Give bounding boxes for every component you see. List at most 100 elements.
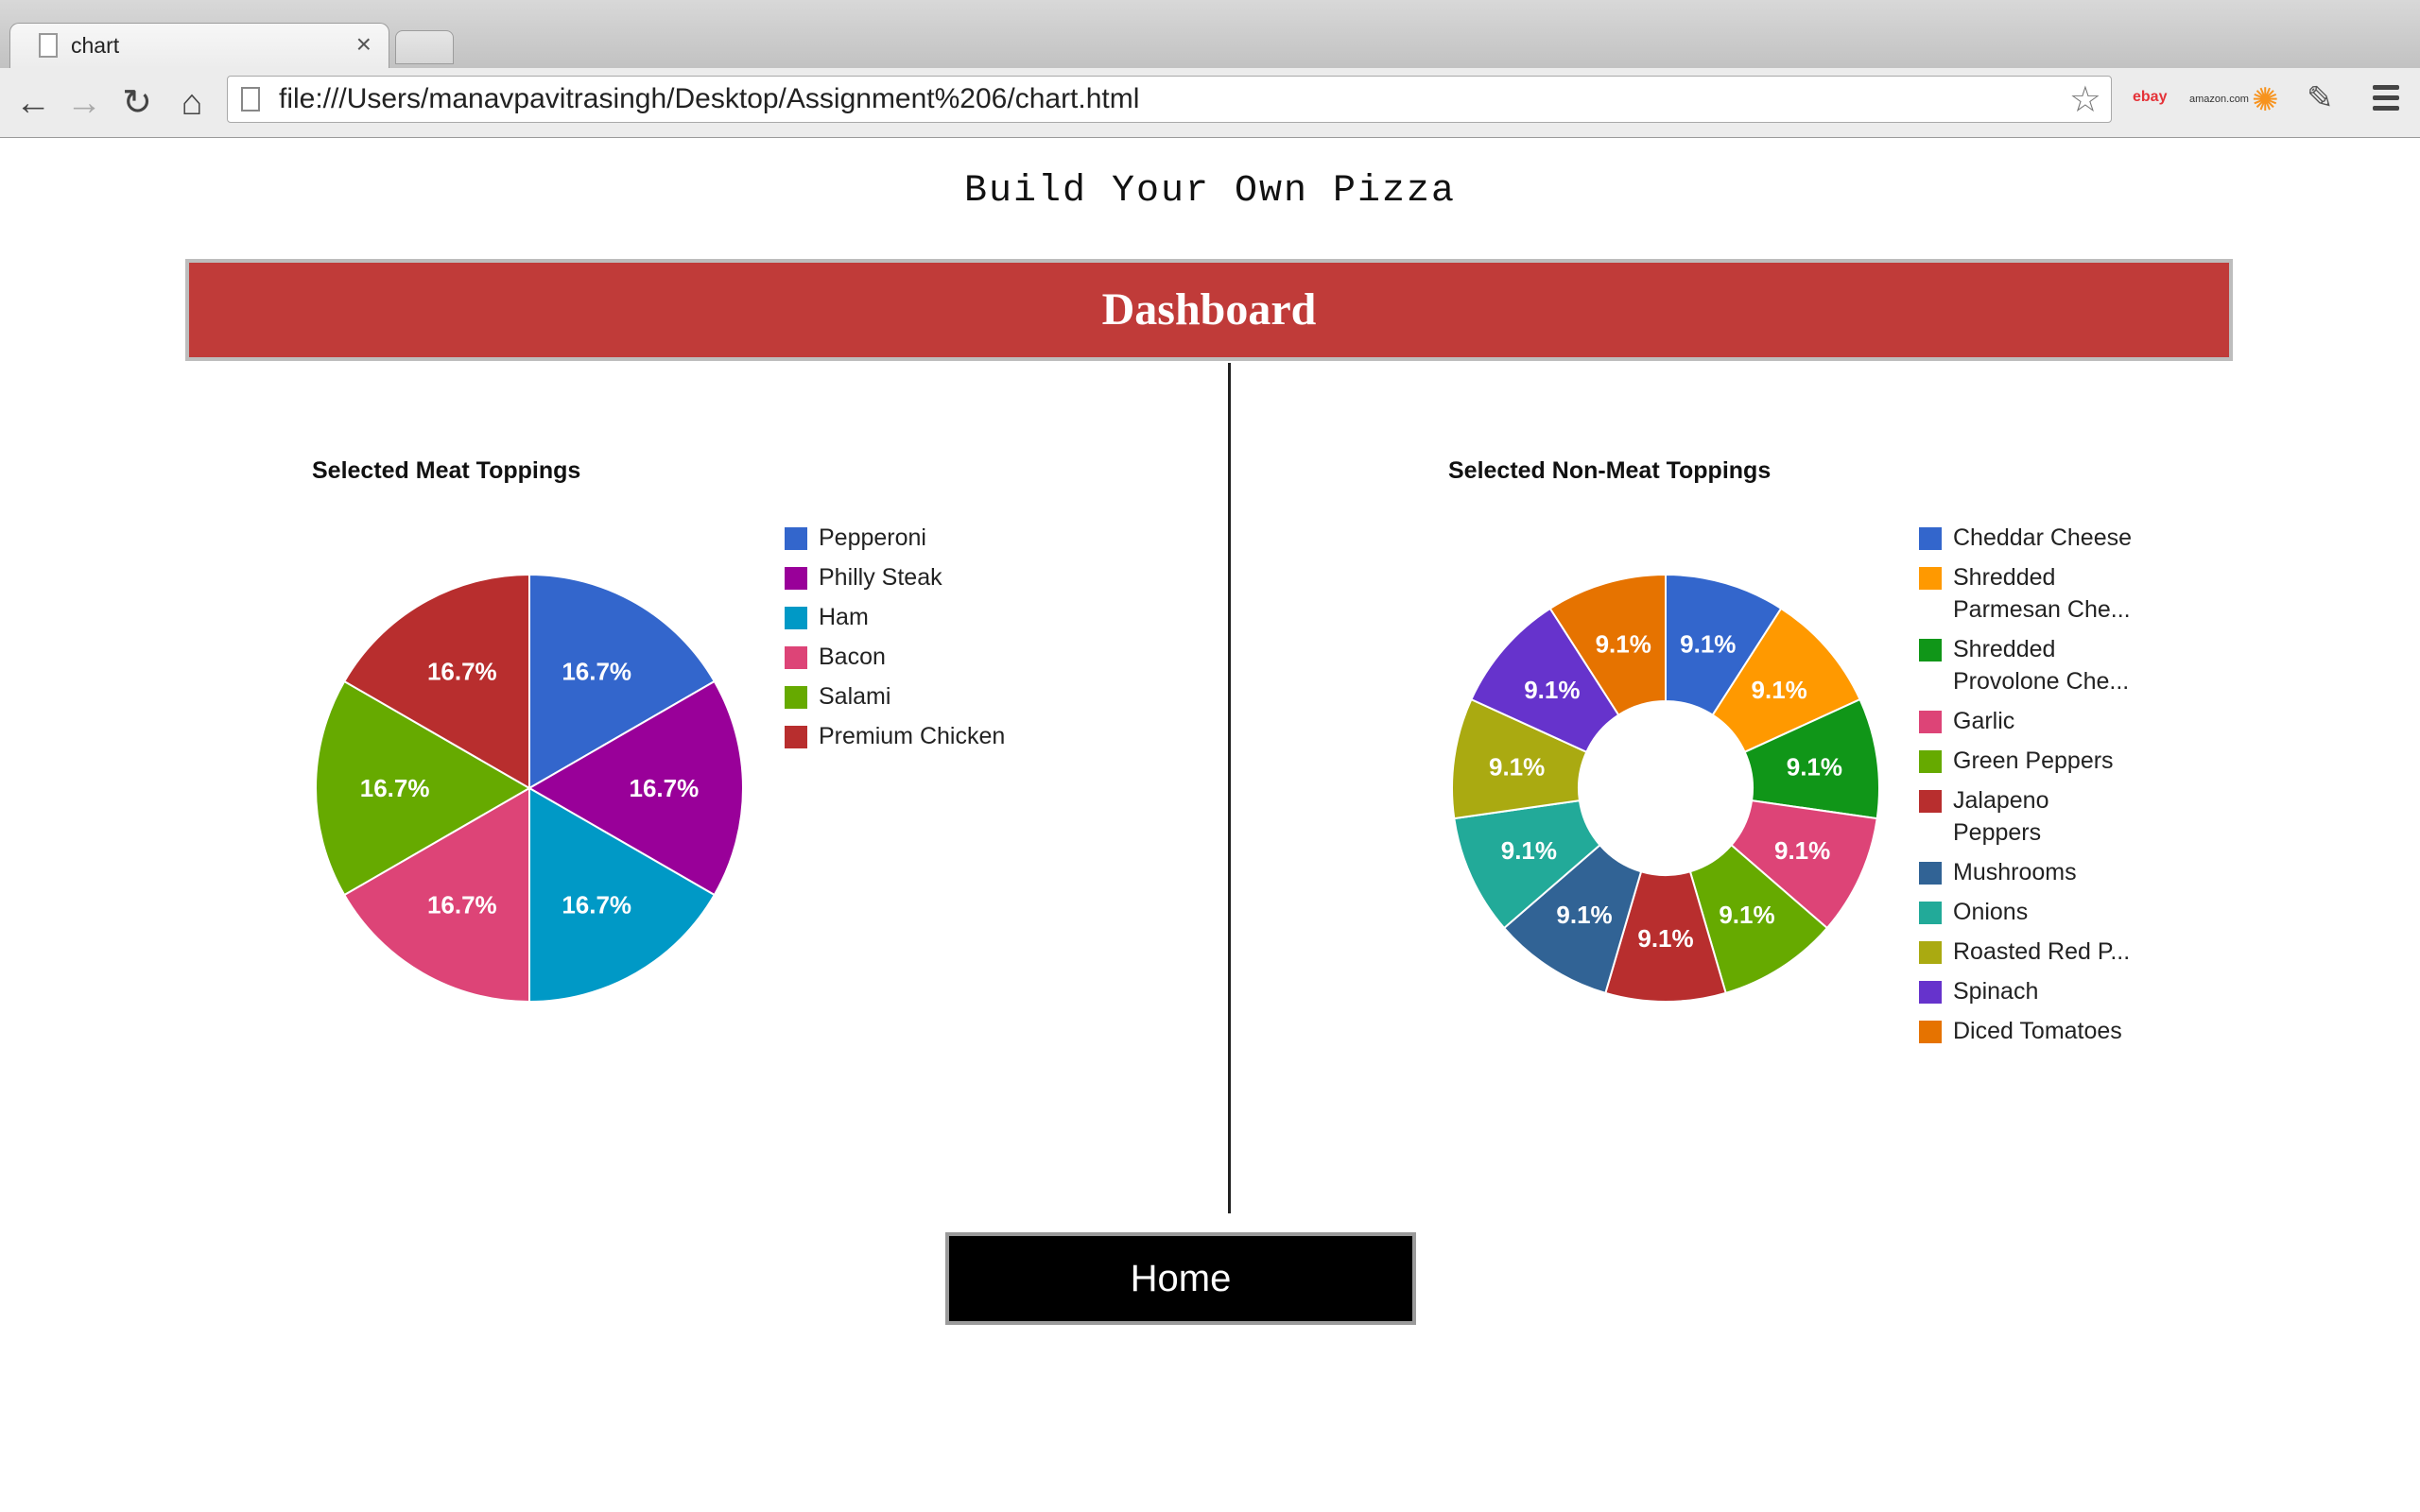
vertical-divider (1228, 363, 1231, 1213)
legend-label: Provolone Che... (1953, 668, 2130, 695)
amazon-icon[interactable]: amazon.com (2189, 94, 2249, 105)
back-arrow-icon[interactable]: ← (11, 81, 55, 125)
legend-swatch (1919, 1021, 1942, 1043)
meat-toppings-pie-chart: 16.7% 16.7% 16.7% 16.7% 16.7% 16.7% (315, 573, 744, 1004)
legend-item[interactable]: Philly Steak (785, 561, 1005, 593)
avast-icon[interactable]: ✺ (2252, 81, 2279, 119)
slice-data-label: 16.7% (360, 774, 430, 802)
dashboard-title: Dashboard (1101, 284, 1317, 335)
legend-item[interactable]: Salami (785, 680, 1005, 713)
page-icon (241, 87, 260, 112)
slice-data-label: 9.1% (1774, 836, 1830, 865)
legend-label: Parmesan Che... (1953, 596, 2131, 623)
tab-strip: chart × (0, 0, 2420, 69)
close-icon[interactable]: × (356, 29, 372, 60)
legend-swatch (1919, 750, 1942, 773)
legend-label: Jalapeno (1953, 787, 2049, 814)
legend-item[interactable]: Spinach (1919, 975, 2132, 1007)
home-button[interactable]: Home (945, 1232, 1416, 1325)
slice-data-label: 16.7% (427, 658, 497, 686)
slice-data-label: 9.1% (1524, 676, 1580, 704)
legend-item[interactable]: Jalapeno Peppers (1919, 784, 2132, 849)
forward-arrow-icon[interactable]: → (62, 81, 106, 125)
legend-label: Shredded (1953, 636, 2056, 662)
legend-item[interactable]: Cheddar Cheese (1919, 522, 2132, 554)
legend-label: Green Peppers (1953, 747, 2114, 774)
legend-item[interactable]: Shredded Parmesan Che... (1919, 561, 2132, 626)
legend-label: Diced Tomatoes (1953, 1018, 2122, 1044)
legend-swatch (1919, 790, 1942, 813)
page-title: Build Your Own Pizza (963, 170, 1457, 213)
slice-data-label: 9.1% (1752, 676, 1807, 704)
legend-swatch (1919, 941, 1942, 964)
legend-item[interactable]: Pepperoni (785, 522, 1005, 554)
legend-item[interactable]: Shredded Provolone Che... (1919, 633, 2132, 697)
legend-item[interactable]: Ham (785, 601, 1005, 633)
meat-toppings-legend: Pepperoni Philly Steak Ham Bacon Salami Premi… (785, 522, 1005, 760)
legend-swatch (785, 567, 807, 590)
reload-icon[interactable]: ↻ (115, 81, 159, 125)
legend-swatch (1919, 567, 1942, 590)
nonmeat-toppings-legend: Cheddar Cheese Shredded Parmesan Che... Shr… (1919, 522, 2132, 1055)
legend-swatch (1919, 981, 1942, 1004)
star-icon[interactable]: ☆ (2069, 78, 2101, 121)
nonmeat-toppings-donut-chart: 9.1% 9.1% 9.1% 9.1% 9.1% 9.1% 9.1% 9.1% 9.1% 9.1%… (1451, 573, 1880, 1003)
browser-toolbar: ← → ↻ ⌂ file:///Users/manavpavitrasingh/… (0, 68, 2420, 137)
url-text[interactable]: file:///Users/manavpavitrasingh/Desktop/… (279, 83, 1139, 115)
legend-item[interactable]: Green Peppers (1919, 745, 2132, 777)
legend-label: Peppers (1953, 819, 2042, 846)
legend-swatch (1919, 711, 1942, 733)
legend-label: Bacon (819, 644, 886, 670)
slice-data-label: 9.1% (1489, 752, 1545, 781)
legend-label: Premium Chicken (819, 723, 1006, 749)
ebay-icon[interactable]: ebay (2133, 89, 2167, 106)
legend-label: Ham (819, 604, 869, 630)
legend-label: Spinach (1953, 978, 2039, 1005)
browser-chrome: chart × ← → ↻ ⌂ file:///Users/manavpavit… (0, 0, 2420, 138)
legend-swatch (785, 686, 807, 709)
legend-swatch (1919, 862, 1942, 885)
legend-swatch (785, 726, 807, 748)
nonmeat-chart-title: Selected Non-Meat Toppings (1448, 457, 1772, 484)
legend-swatch (1919, 639, 1942, 662)
dashboard-header: Dashboard (185, 259, 2233, 361)
legend-label: Roasted Red P... (1953, 938, 2131, 965)
legend-label: Onions (1953, 899, 2029, 925)
slice-data-label: 16.7% (562, 890, 631, 919)
legend-label: Pepperoni (819, 524, 926, 551)
legend-item[interactable]: Roasted Red P... (1919, 936, 2132, 968)
slice-data-label: 9.1% (1787, 752, 1842, 781)
legend-item[interactable]: Onions (1919, 896, 2132, 928)
tab-title: chart (71, 33, 120, 58)
menu-icon[interactable] (2373, 85, 2399, 116)
legend-label: Salami (819, 683, 891, 710)
legend-label: Mushrooms (1953, 859, 2077, 885)
legend-label: Garlic (1953, 708, 2015, 734)
slice-data-label: 9.1% (1719, 901, 1774, 929)
slice-data-label: 9.1% (1596, 629, 1651, 658)
legend-item[interactable]: Diced Tomatoes (1919, 1015, 2132, 1047)
legend-label: Cheddar Cheese (1953, 524, 2133, 551)
legend-label: Shredded (1953, 564, 2056, 591)
legend-swatch (785, 527, 807, 550)
new-tab-button[interactable] (395, 30, 454, 64)
slice-data-label: 16.7% (562, 658, 631, 686)
home-icon[interactable]: ⌂ (170, 81, 214, 125)
legend-item[interactable]: Bacon (785, 641, 1005, 673)
slice-data-label: 16.7% (630, 774, 700, 802)
slice-data-label: 9.1% (1637, 924, 1693, 953)
slice-data-label: 9.1% (1680, 629, 1736, 658)
address-bar[interactable]: file:///Users/manavpavitrasingh/Desktop/… (227, 76, 2112, 123)
legend-item[interactable]: Premium Chicken (785, 720, 1005, 752)
page-icon (39, 33, 58, 58)
legend-item[interactable]: Garlic (1919, 705, 2132, 737)
browser-tab[interactable]: chart × (9, 23, 389, 69)
slice-data-label: 9.1% (1556, 901, 1612, 929)
legend-swatch (785, 646, 807, 669)
legend-swatch (1919, 527, 1942, 550)
eyedropper-icon[interactable]: ✎ (2307, 79, 2334, 117)
legend-item[interactable]: Mushrooms (1919, 856, 2132, 888)
legend-label: Philly Steak (819, 564, 942, 591)
meat-chart-title: Selected Meat Toppings (312, 457, 581, 484)
legend-swatch (1919, 902, 1942, 924)
